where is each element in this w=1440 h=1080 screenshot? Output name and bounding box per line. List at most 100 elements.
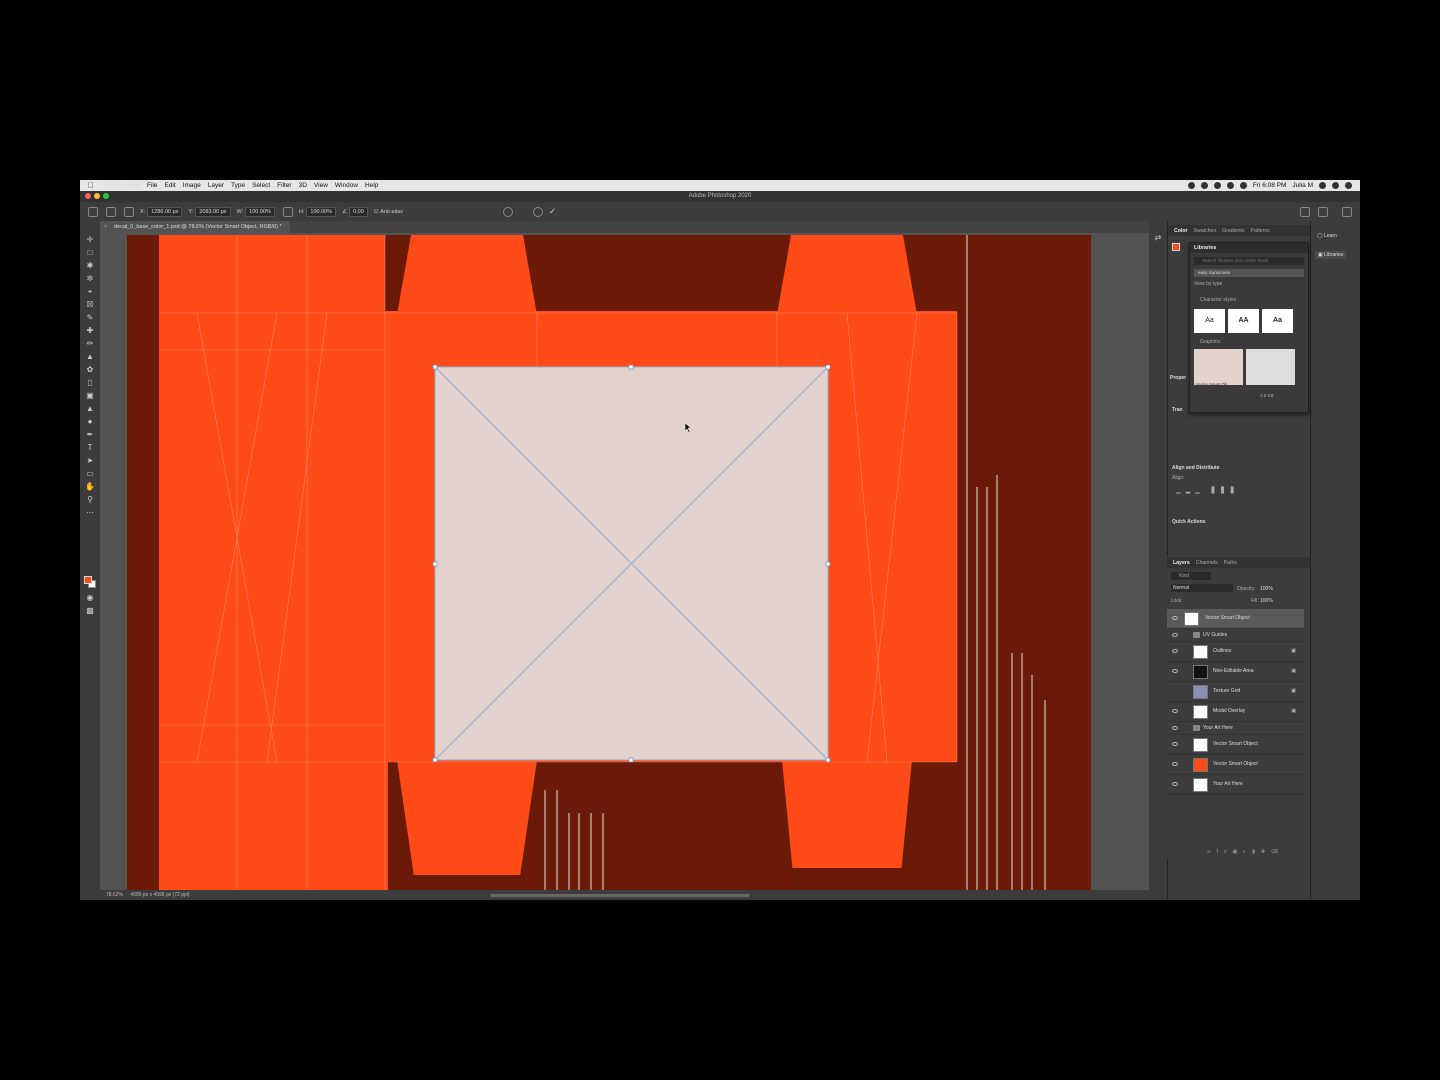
- fill-value[interactable]: 100%: [1260, 598, 1273, 604]
- history-brush-tool-icon[interactable]: ✿: [85, 365, 95, 375]
- h-field[interactable]: H: 100.00%: [299, 206, 337, 217]
- layers-footer-buttons[interactable]: ∞fx▣◐▮✚⌫: [1207, 849, 1284, 855]
- layer-kind-filter[interactable]: Kind: [1171, 572, 1211, 580]
- link-icon[interactable]: [282, 206, 293, 217]
- eye-icon[interactable]: [1172, 762, 1178, 766]
- align-label[interactable]: Align and Distribute: [1172, 465, 1220, 471]
- layer-group-row[interactable]: UV Guides: [1167, 629, 1304, 642]
- status-icon-2[interactable]: [1200, 182, 1208, 189]
- graphic-thumb-1[interactable]: [1194, 349, 1243, 385]
- transform-label[interactable]: Tran: [1172, 407, 1183, 413]
- status-icon-3[interactable]: [1213, 182, 1221, 189]
- blur-tool-icon[interactable]: ▲: [85, 404, 95, 414]
- opacity-value[interactable]: 100%: [1260, 586, 1273, 592]
- menu-app[interactable]: Photoshop: [106, 182, 140, 189]
- path-select-tool-icon[interactable]: ➤: [85, 456, 95, 466]
- menu-3d[interactable]: 3D: [299, 182, 307, 189]
- dodge-tool-icon[interactable]: ●: [85, 417, 95, 427]
- anti-alias-checkbox[interactable]: ☑ Anti-alias: [374, 209, 403, 215]
- eye-icon[interactable]: [1172, 633, 1178, 637]
- tab-channels[interactable]: Channels: [1196, 560, 1218, 566]
- character-styles-label[interactable]: Character styles: [1200, 297, 1236, 303]
- frame-tool-icon[interactable]: ☒: [85, 300, 95, 310]
- align-buttons[interactable]: ▁▂▁ ▋▋▋: [1176, 487, 1240, 494]
- tab-gradients[interactable]: Gradients: [1222, 228, 1245, 234]
- hand-tool-icon[interactable]: ✋: [85, 482, 95, 492]
- libraries-search-input[interactable]: Search libraries and Adobe Stock: [1194, 257, 1304, 265]
- menu-edit[interactable]: Edit: [164, 182, 175, 189]
- menu-help[interactable]: Help: [365, 182, 378, 189]
- eye-icon[interactable]: [1172, 782, 1178, 786]
- gradient-tool-icon[interactable]: ▣: [85, 391, 95, 401]
- eye-icon[interactable]: [1172, 669, 1178, 673]
- menu-select[interactable]: Select: [252, 182, 270, 189]
- zoom-tool-icon[interactable]: ⚲: [85, 495, 95, 505]
- eye-icon[interactable]: [1172, 742, 1178, 746]
- cancel-transform-icon[interactable]: [532, 206, 543, 217]
- eye-icon[interactable]: [1172, 616, 1178, 620]
- tab-swatches[interactable]: Swatches: [1194, 228, 1217, 234]
- char-style-1[interactable]: Aa: [1194, 309, 1225, 333]
- search-icon[interactable]: [1319, 182, 1326, 189]
- libraries-title[interactable]: Libraries: [1190, 243, 1308, 253]
- volume-icon[interactable]: [1239, 182, 1247, 189]
- color-panel-fg-swatch[interactable]: [1172, 243, 1180, 251]
- search-icon[interactable]: [1300, 206, 1310, 217]
- menu-filter[interactable]: Filter: [277, 182, 291, 189]
- history-panel-icon[interactable]: ⇄: [1153, 233, 1163, 243]
- zoom-window-button[interactable]: [103, 193, 109, 199]
- rectangle-tool-icon[interactable]: ▭: [85, 469, 95, 479]
- move-tool-icon[interactable]: ✛: [85, 235, 95, 245]
- layer-row[interactable]: Texture Grid ▣: [1167, 682, 1304, 702]
- commit-transform-icon[interactable]: ✓: [549, 206, 557, 217]
- marquee-tool-icon[interactable]: □: [85, 248, 95, 258]
- move-tool-preset-icon[interactable]: [106, 206, 116, 217]
- char-style-2[interactable]: AA: [1228, 309, 1259, 333]
- x-field[interactable]: X: 1286.00 px: [140, 206, 183, 217]
- type-tool-icon[interactable]: T: [85, 443, 95, 453]
- quick-actions-label[interactable]: Quick Actions: [1172, 519, 1205, 525]
- siri-icon[interactable]: [1332, 182, 1339, 189]
- layer-row[interactable]: Your Art Here: [1167, 775, 1304, 795]
- quick-select-tool-icon[interactable]: ✲: [85, 274, 95, 284]
- layer-row[interactable]: Outlines ▣: [1167, 642, 1304, 662]
- healing-tool-icon[interactable]: ✚: [85, 326, 95, 336]
- graphics-label[interactable]: Graphics: [1200, 339, 1220, 345]
- learn-button[interactable]: ◯ Learn: [1317, 233, 1337, 239]
- layer-row[interactable]: Vector Smart Object: [1167, 609, 1304, 629]
- crop-tool-icon[interactable]: ⌖: [85, 287, 95, 297]
- stamp-tool-icon[interactable]: ▲: [85, 352, 95, 362]
- foreground-color-swatch[interactable]: [84, 576, 92, 584]
- workspace-icon[interactable]: [1318, 206, 1328, 217]
- menu-view[interactable]: View: [314, 182, 328, 189]
- properties-label[interactable]: Proper: [1170, 375, 1186, 381]
- graphic-thumb-2[interactable]: [1246, 349, 1295, 385]
- share-icon[interactable]: [1342, 206, 1352, 217]
- menu-file[interactable]: File: [147, 182, 157, 189]
- library-select[interactable]: easy Sunscreen: [1194, 269, 1304, 277]
- eye-icon[interactable]: [1172, 709, 1178, 713]
- layer-row[interactable]: Vector Smart Object: [1167, 735, 1304, 755]
- reference-point-icon[interactable]: [124, 206, 134, 217]
- layer-row[interactable]: Model Overlay ▣: [1167, 702, 1304, 722]
- libraries-button[interactable]: ▣ Libraries: [1315, 251, 1347, 259]
- char-style-3[interactable]: Aa: [1262, 309, 1293, 333]
- document-canvas[interactable]: [127, 235, 1091, 890]
- tab-patterns[interactable]: Patterns: [1251, 228, 1270, 234]
- menu-image[interactable]: Image: [183, 182, 201, 189]
- canvas-area[interactable]: [100, 233, 1218, 890]
- eyedropper-tool-icon[interactable]: ✎: [85, 313, 95, 323]
- angle-field[interactable]: ∠ 0.00: [342, 206, 368, 217]
- blend-mode-select[interactable]: Normal: [1171, 584, 1233, 592]
- w-field[interactable]: W: 100.00%: [237, 206, 275, 217]
- eye-icon[interactable]: [1172, 649, 1178, 653]
- eraser-tool-icon[interactable]: ▯: [85, 378, 95, 388]
- brush-tool-icon[interactable]: ✏: [85, 339, 95, 349]
- menu-layer[interactable]: Layer: [208, 182, 224, 189]
- lasso-tool-icon[interactable]: ✱: [85, 261, 95, 271]
- y-field[interactable]: Y: 2083.00 px: [188, 206, 231, 217]
- more-tools-icon[interactable]: ⋯: [85, 508, 95, 518]
- wifi-icon[interactable]: [1226, 182, 1234, 189]
- tab-layers[interactable]: Layers: [1173, 560, 1190, 566]
- tab-color[interactable]: Color: [1174, 228, 1188, 234]
